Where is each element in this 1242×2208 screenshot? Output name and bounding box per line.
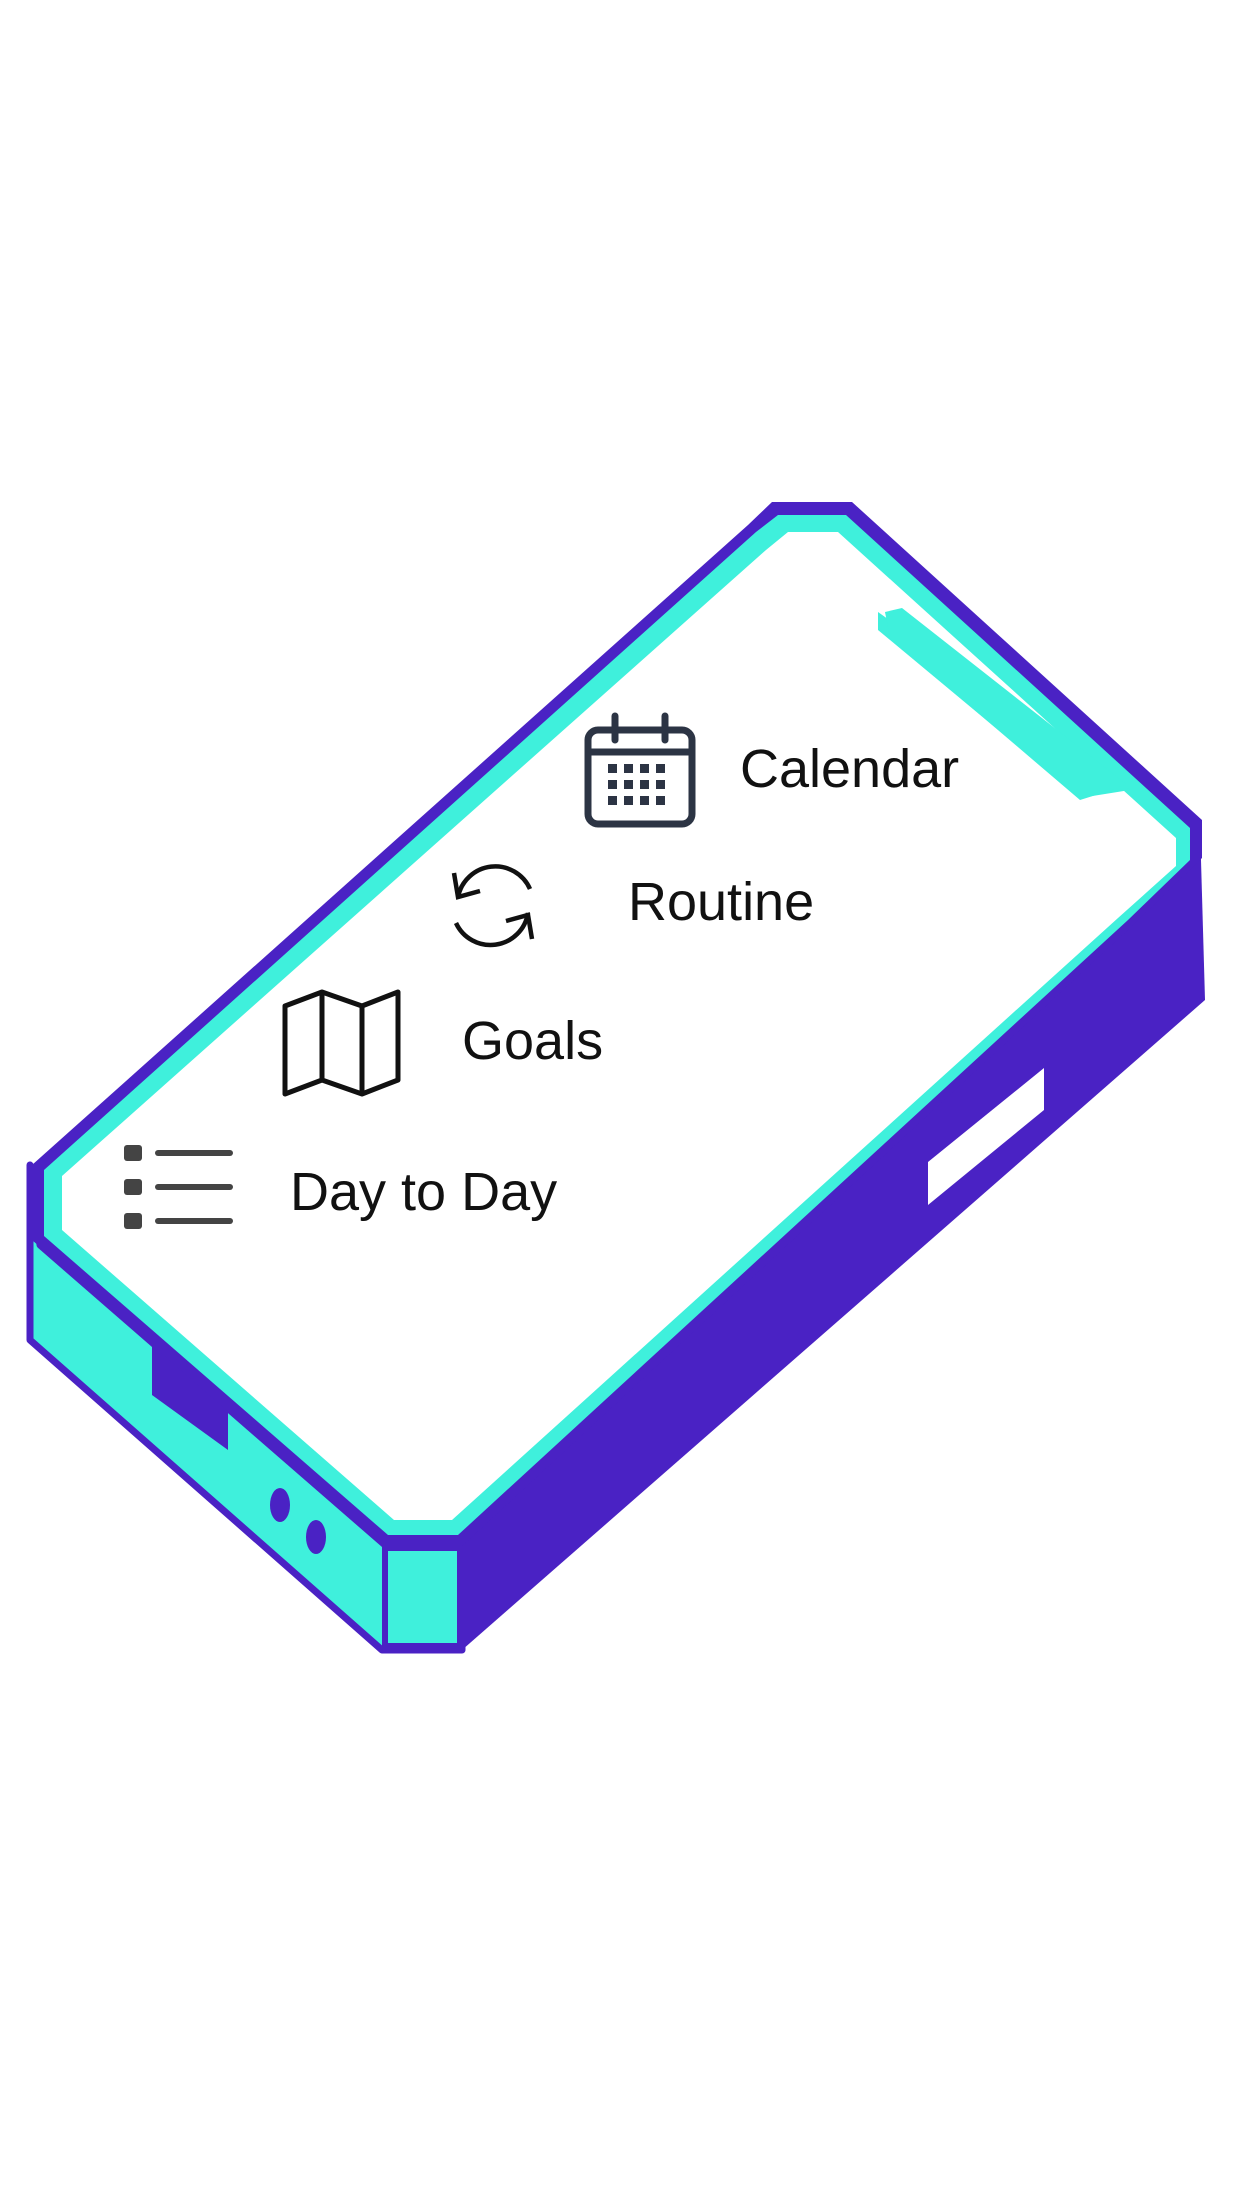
menu-item-label: Calendar (740, 739, 960, 799)
menu-item-label: Routine (628, 872, 815, 932)
calendar-icon (584, 712, 696, 828)
refresh-icon (451, 864, 535, 948)
list-icon (124, 1145, 233, 1229)
menu-item-label: Goals (462, 1011, 604, 1071)
phone-side-hole-2 (306, 1520, 326, 1554)
menu-item-label: Day to Day (290, 1162, 558, 1222)
phone-illustration (26, 502, 1205, 1654)
menu-item-goals[interactable]: Goals (280, 980, 640, 1100)
phone-side-hole-1 (270, 1488, 290, 1522)
menu-item-calendar[interactable]: Calendar (580, 710, 1000, 830)
menu-item-routine[interactable]: Routine (440, 845, 860, 965)
phone-end-cap (382, 1545, 463, 1649)
map-icon (282, 989, 401, 1097)
menu-item-day-to-day[interactable]: Day to Day (122, 1135, 602, 1255)
